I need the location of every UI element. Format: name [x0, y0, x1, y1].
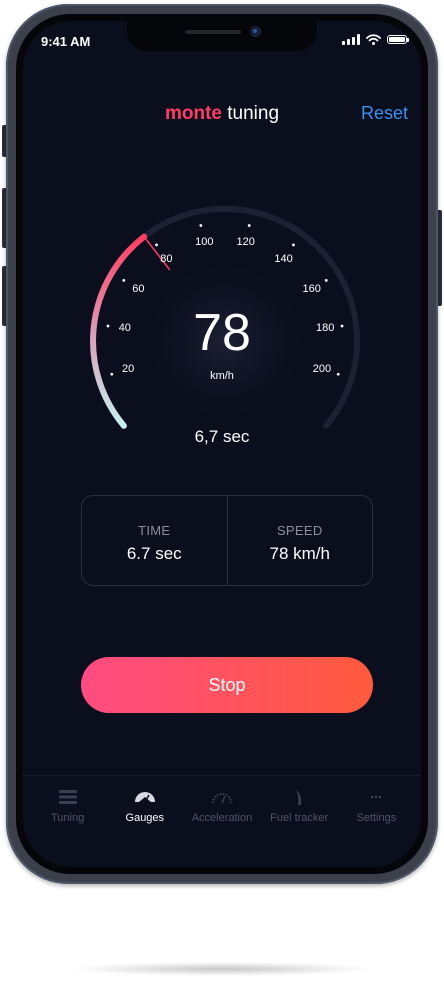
- stat-time-label: TIME: [138, 523, 171, 538]
- elapsed-time: 6,7 sec: [194, 427, 250, 446]
- gauge-icon: [134, 792, 155, 803]
- stat-speed-label: SPEED: [276, 523, 323, 538]
- tab-acceleration[interactable]: Acceleration: [184, 776, 260, 867]
- tab-fuel-tracker[interactable]: Fuel tracker: [261, 776, 337, 867]
- gauge-tick-dot: [199, 224, 203, 227]
- tab-tuning[interactable]: Tuning: [30, 776, 106, 867]
- gauge-tick-label: 60: [132, 283, 145, 296]
- dots-icon: [371, 795, 382, 799]
- stop-button[interactable]: Stop: [81, 657, 373, 713]
- stat-speed-value: 78 km/h: [269, 544, 330, 563]
- speed-value: 78: [193, 304, 251, 362]
- tab-gauges[interactable]: Gauges: [107, 776, 183, 867]
- stat-time: TIME 6.7 sec: [82, 496, 227, 585]
- tab-tuning-label: Tuning: [50, 812, 85, 824]
- gauge-tick-dot: [247, 224, 251, 227]
- gauge-tick-dot: [324, 278, 328, 282]
- tab-bar: Tuning Gauges Acceleration Fuel tracker …: [23, 775, 421, 867]
- tab-acceleration-label: Acceleration: [191, 812, 253, 824]
- tab-fuel-tracker-label: Fuel tracker: [270, 812, 329, 824]
- list-icon: [58, 790, 77, 804]
- gauge-tick-label: 140: [274, 252, 293, 265]
- gauge-tick-dot: [155, 243, 158, 247]
- phone-bezel: 9:41 AM monte tuning Reset 20 40 60 80 1…: [16, 14, 428, 874]
- gauge-tick-label: 100: [195, 236, 214, 249]
- tab-gauges-label: Gauges: [125, 812, 165, 824]
- stats-panel: TIME 6.7 sec SPEED 78 km/h: [81, 495, 373, 586]
- gauge-tick-dot: [122, 278, 126, 282]
- device-shadow: [70, 962, 374, 976]
- tab-settings-label: Settings: [356, 812, 397, 824]
- gauge-tick-label: 80: [160, 252, 173, 265]
- phone-frame: 9:41 AM monte tuning Reset 20 40 60 80 1…: [6, 4, 438, 884]
- gauge-tick-label: 160: [302, 283, 321, 296]
- speedometer-icon: [211, 792, 233, 804]
- stat-speed: SPEED 78 km/h: [226, 496, 373, 585]
- fuel-icon: [296, 790, 302, 805]
- gauge-tick-dot: [292, 243, 295, 247]
- speed-unit: km/h: [210, 370, 234, 382]
- stat-time-value: 6.7 sec: [126, 544, 182, 563]
- gauge-tick-label: 120: [236, 236, 255, 249]
- tab-settings[interactable]: Settings: [338, 776, 414, 867]
- app-screen: 9:41 AM monte tuning Reset 20 40 60 80 1…: [23, 21, 421, 867]
